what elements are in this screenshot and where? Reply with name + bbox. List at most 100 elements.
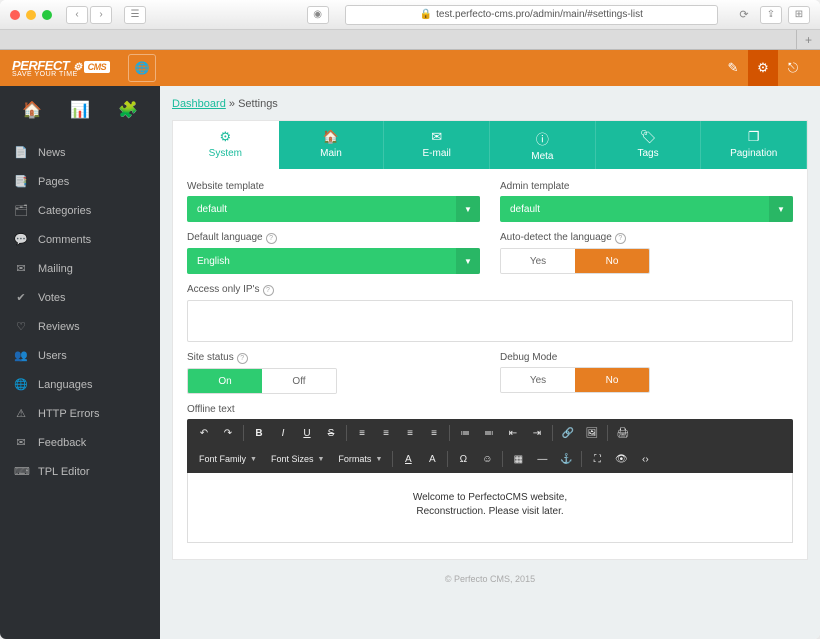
sidebar-item-feedback[interactable]: ✉Feedback — [0, 428, 160, 457]
site-status-off[interactable]: Off — [262, 369, 336, 393]
italic-button[interactable]: I — [272, 423, 294, 443]
tab-meta[interactable]: ⓘMeta — [490, 121, 596, 169]
plugins-button[interactable]: 🧩 — [118, 100, 138, 120]
address-bar[interactable]: 🔒 test.perfecto-cms.pro/admin/main/#sett… — [345, 5, 718, 25]
editor-toolbar: ↶ ↷ B I U S ≡ ≡ ≡ — [187, 419, 793, 473]
autodetect-no[interactable]: No — [575, 249, 649, 273]
default-language-select[interactable]: English ▼ — [187, 248, 480, 274]
emoji-button[interactable]: ☺ — [476, 449, 498, 469]
bg-color-button[interactable]: A — [421, 449, 443, 469]
tab-pagination[interactable]: ❐Pagination — [701, 121, 807, 169]
chevron-down-icon: ▼ — [769, 196, 793, 222]
debug-mode-toggle: Yes No — [500, 367, 650, 393]
tab-email[interactable]: ✉E-mail — [384, 121, 490, 169]
editor-content[interactable]: Welcome to PerfectoCMS website, Reconstr… — [187, 473, 793, 543]
outdent-button[interactable]: ⇤ — [502, 423, 524, 443]
sidebar-item-languages[interactable]: 🌐Languages — [0, 370, 160, 399]
share-button[interactable]: ⇪ — [760, 6, 782, 24]
close-window-icon[interactable] — [10, 10, 20, 20]
underline-button[interactable]: U — [296, 423, 318, 443]
help-icon[interactable]: ? — [263, 285, 274, 296]
sidebar-toggle-button[interactable]: ☰ — [124, 6, 146, 24]
sidebar-item-reviews[interactable]: ♡Reviews — [0, 312, 160, 341]
font-size-select[interactable]: Font Sizes▼ — [265, 449, 330, 469]
debug-mode-yes[interactable]: Yes — [501, 368, 575, 392]
number-list-button[interactable]: ≕ — [478, 423, 500, 443]
bold-button[interactable]: B — [248, 423, 270, 443]
code-icon: ⌨ — [14, 465, 28, 478]
redo-button[interactable]: ↷ — [217, 423, 239, 443]
breadcrumb-root[interactable]: Dashboard — [172, 98, 226, 110]
special-char-button[interactable]: Ω — [452, 449, 474, 469]
refresh-icon[interactable]: ⟳ — [734, 8, 754, 21]
minimize-window-icon[interactable] — [26, 10, 36, 20]
settings-button[interactable]: ⚙ — [748, 50, 778, 86]
new-tab-button[interactable]: + — [796, 30, 820, 49]
mail-icon: ✉ — [384, 129, 489, 145]
sidebar-item-label: HTTP Errors — [38, 408, 100, 420]
preview-button[interactable]: 👁 — [610, 449, 632, 469]
sidebar-item-users[interactable]: 👥Users — [0, 341, 160, 370]
sidebar-item-tpl-editor[interactable]: ⌨TPL Editor — [0, 457, 160, 486]
edit-button[interactable]: ✎ — [718, 50, 748, 86]
sidebar-item-pages[interactable]: 📑Pages — [0, 167, 160, 196]
help-icon[interactable]: ? — [237, 353, 248, 364]
autodetect-label: Auto-detect the language? — [500, 232, 793, 244]
sidebar-item-news[interactable]: 📄News — [0, 138, 160, 167]
image-button[interactable]: 🖼 — [581, 423, 603, 443]
link-button[interactable]: 🔗 — [557, 423, 579, 443]
warning-icon: ⚠ — [14, 407, 28, 420]
align-right-button[interactable]: ≡ — [399, 423, 421, 443]
tab-tags[interactable]: 🏷Tags — [596, 121, 702, 169]
print-button[interactable]: 🖨 — [612, 423, 634, 443]
tab-system[interactable]: ⚙System — [173, 121, 279, 169]
forward-button[interactable]: › — [90, 6, 112, 24]
website-template-select[interactable]: default ▼ — [187, 196, 480, 222]
anchor-button[interactable]: ⚓ — [555, 449, 577, 469]
table-button[interactable]: ▦ — [507, 449, 529, 469]
categories-icon: 🗂 — [14, 204, 28, 217]
sidebar-item-comments[interactable]: 💬Comments — [0, 225, 160, 254]
stats-icon: 📊 — [70, 102, 90, 119]
fullscreen-button[interactable]: ⛶ — [586, 449, 608, 469]
site-status-on[interactable]: On — [188, 369, 262, 393]
back-button[interactable]: ‹ — [66, 6, 88, 24]
tabs-button[interactable]: ⊞ — [788, 6, 810, 24]
sidebar-item-http-errors[interactable]: ⚠ HTTP Errors — [0, 399, 160, 428]
stats-button[interactable]: 📊 — [70, 100, 90, 120]
strike-button[interactable]: S — [320, 423, 342, 443]
help-icon[interactable]: ? — [615, 233, 626, 244]
align-justify-button[interactable]: ≡ — [423, 423, 445, 443]
maximize-window-icon[interactable] — [42, 10, 52, 20]
font-family-select[interactable]: Font Family▼ — [193, 449, 263, 469]
language-switcher[interactable]: 🌐 — [128, 54, 156, 82]
help-icon[interactable]: ? — [266, 233, 277, 244]
sidebar-item-votes[interactable]: ✔Votes — [0, 283, 160, 312]
sidebar-item-label: Pages — [38, 176, 69, 188]
undo-button[interactable]: ↶ — [193, 423, 215, 443]
tab-main[interactable]: 🏠Main — [279, 121, 385, 169]
logout-icon: ⎋ — [788, 60, 798, 76]
indent-button[interactable]: ⇥ — [526, 423, 548, 443]
source-button[interactable]: ‹› — [634, 449, 656, 469]
hr-button[interactable]: — — [531, 449, 553, 469]
reader-button[interactable]: ◉ — [307, 6, 329, 24]
main-content: Dashboard » Settings ⚙System 🏠Main ✉E-ma… — [160, 86, 820, 639]
sidebar-item-categories[interactable]: 🗂Categories — [0, 196, 160, 225]
sidebar-item-label: Users — [38, 350, 67, 362]
autodetect-yes[interactable]: Yes — [501, 249, 575, 273]
text-color-button[interactable]: A — [397, 449, 419, 469]
dashboard-home-button[interactable]: 🏠 — [22, 100, 42, 120]
bullet-list-button[interactable]: ≔ — [454, 423, 476, 443]
offline-text-label: Offline text — [187, 404, 793, 415]
admin-template-select[interactable]: default ▼ — [500, 196, 793, 222]
browser-chrome: ‹ › ☰ ◉ 🔒 test.perfecto-cms.pro/admin/ma… — [0, 0, 820, 30]
debug-mode-no[interactable]: No — [575, 368, 649, 392]
news-icon: 📄 — [14, 146, 28, 159]
sidebar-item-mailing[interactable]: ✉Mailing — [0, 254, 160, 283]
formats-select[interactable]: Formats▼ — [332, 449, 388, 469]
access-ips-input[interactable] — [187, 300, 793, 342]
logout-button[interactable]: ⎋ — [778, 50, 808, 86]
align-left-button[interactable]: ≡ — [351, 423, 373, 443]
align-center-button[interactable]: ≡ — [375, 423, 397, 443]
